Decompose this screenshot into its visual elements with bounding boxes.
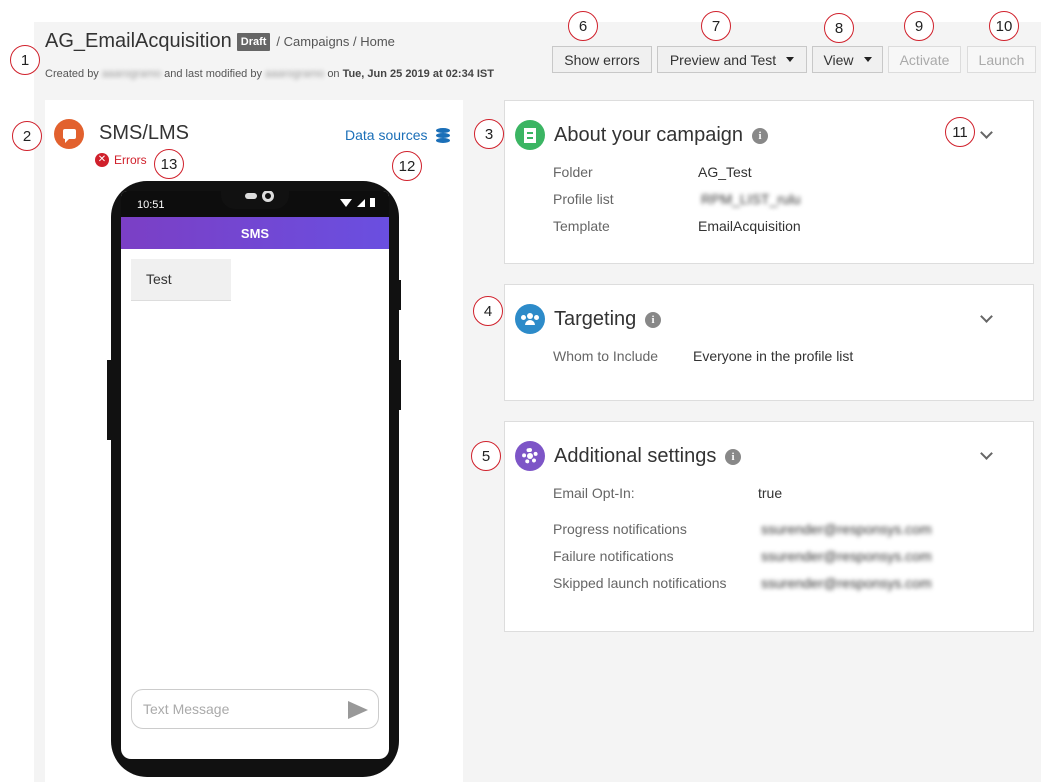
- info-icon[interactable]: i: [752, 128, 768, 144]
- modified-date: Tue, Jun 25 2019 at 02:34 IST: [342, 68, 494, 80]
- error-x-icon: ✕: [95, 153, 109, 167]
- created-by-label: Created by: [45, 68, 99, 80]
- phone-side-button: [107, 360, 111, 440]
- additional-settings-title: Additional settings: [554, 445, 717, 467]
- failure-notifications-label: Failure notifications: [553, 548, 674, 564]
- folder-label: Folder: [553, 164, 593, 180]
- send-icon[interactable]: [348, 701, 368, 719]
- text-message-input[interactable]: Text Message: [131, 689, 379, 729]
- caret-down-icon: [786, 57, 795, 62]
- caret-down-icon: [863, 57, 872, 62]
- campaign-meta: Created by aaarogramo and last modified …: [45, 68, 494, 80]
- annotation-marker: 8: [824, 13, 854, 43]
- template-value: EmailAcquisition: [698, 218, 801, 234]
- folder-value: AG_Test: [698, 164, 752, 180]
- status-badge: Draft: [236, 32, 271, 51]
- gear-icon: [515, 441, 545, 471]
- message-text: Test: [146, 271, 172, 287]
- phone-notch: [221, 191, 289, 209]
- phone-side-button: [397, 360, 401, 410]
- profile-list-value: RPM_LIST_rulu: [701, 191, 801, 207]
- signal-icon: [357, 198, 365, 207]
- skipped-launch-notifications-label: Skipped launch notifications: [553, 575, 727, 591]
- breadcrumb[interactable]: / Campaigns / Home: [276, 34, 395, 49]
- campaign-title: AG_EmailAcquisition: [45, 30, 232, 52]
- title-row: AG_EmailAcquisition Draft / Campaigns / …: [45, 30, 395, 53]
- annotation-marker: 6: [568, 11, 598, 41]
- data-sources-link[interactable]: Data sources: [345, 127, 451, 143]
- annotation-marker: 13: [154, 149, 184, 179]
- launch-label: Launch: [978, 51, 1025, 68]
- whom-to-include-label: Whom to Include: [553, 348, 659, 364]
- email-opt-in-value: true: [758, 485, 783, 501]
- annotation-marker: 2: [12, 121, 42, 151]
- annotation-marker: 1: [10, 45, 40, 75]
- sms-app-title: SMS: [240, 225, 270, 241]
- modified-by-label: and last modified by: [164, 68, 262, 80]
- template-label: Template: [553, 218, 610, 234]
- targeting-card: Targeting i Whom to Include Everyone in …: [504, 284, 1034, 401]
- channel-title: SMS/LMS: [99, 122, 190, 144]
- chevron-down-icon[interactable]: [980, 447, 993, 460]
- status-icons: [340, 198, 375, 207]
- sms-app-bar: SMS: [121, 217, 389, 249]
- database-icon: [436, 127, 451, 143]
- targeting-title: Targeting: [554, 308, 637, 330]
- activate-label: Activate: [899, 51, 950, 68]
- status-bar: 10:51: [121, 191, 389, 217]
- failure-notifications-value: ssurender@responsys.com: [761, 548, 932, 564]
- errors-link[interactable]: ✕ Errors: [95, 153, 147, 167]
- preview-and-test-label: Preview and Test: [669, 51, 777, 68]
- additional-settings-card: Additional settings i Email Opt-In: true…: [504, 421, 1034, 632]
- about-campaign-title: About your campaign: [554, 124, 744, 146]
- annotation-marker: 3: [474, 119, 504, 149]
- email-opt-in-label: Email Opt-In:: [553, 485, 635, 501]
- document-icon: [515, 120, 545, 150]
- data-sources-label: Data sources: [345, 127, 428, 143]
- info-icon[interactable]: i: [645, 312, 661, 328]
- preview-and-test-button[interactable]: Preview and Test: [657, 46, 807, 73]
- modified-by-user: aaarogramo: [264, 68, 325, 80]
- annotation-marker: 7: [701, 11, 731, 41]
- annotation-marker: 4: [473, 296, 503, 326]
- view-button[interactable]: View: [812, 46, 883, 73]
- annotation-marker: 11: [945, 117, 975, 147]
- status-time: 10:51: [137, 199, 165, 211]
- annotation-marker: 12: [392, 151, 422, 181]
- wifi-icon: [340, 198, 352, 207]
- chevron-down-icon[interactable]: [980, 310, 993, 323]
- info-icon[interactable]: i: [725, 449, 741, 465]
- activate-button[interactable]: Activate: [888, 46, 961, 73]
- annotation-marker: 10: [989, 11, 1019, 41]
- progress-notifications-value: ssurender@responsys.com: [761, 521, 932, 537]
- show-errors-label: Show errors: [564, 51, 640, 68]
- show-errors-button[interactable]: Show errors: [552, 46, 652, 73]
- battery-icon: [370, 198, 375, 207]
- modified-on-label: on: [327, 68, 340, 80]
- created-by-user: aaarogramo: [101, 68, 162, 80]
- launch-button[interactable]: Launch: [967, 46, 1036, 73]
- progress-notifications-label: Progress notifications: [553, 521, 687, 537]
- annotation-marker: 9: [904, 11, 934, 41]
- phone-screen: 10:51 SMS Test Text Message: [121, 191, 389, 759]
- annotation-marker: 5: [471, 441, 501, 471]
- phone-side-button: [397, 280, 401, 310]
- people-icon: [515, 304, 545, 334]
- whom-to-include-value: Everyone in the profile list: [693, 348, 854, 364]
- errors-label: Errors: [114, 153, 147, 167]
- skipped-launch-notifications-value: ssurender@responsys.com: [761, 575, 932, 591]
- text-message-placeholder: Text Message: [143, 701, 230, 717]
- message-bubble: Test: [131, 259, 231, 301]
- profile-list-label: Profile list: [553, 191, 614, 207]
- view-label: View: [823, 51, 854, 68]
- chat-bubble-icon: [54, 119, 84, 149]
- chevron-down-icon[interactable]: [980, 126, 993, 139]
